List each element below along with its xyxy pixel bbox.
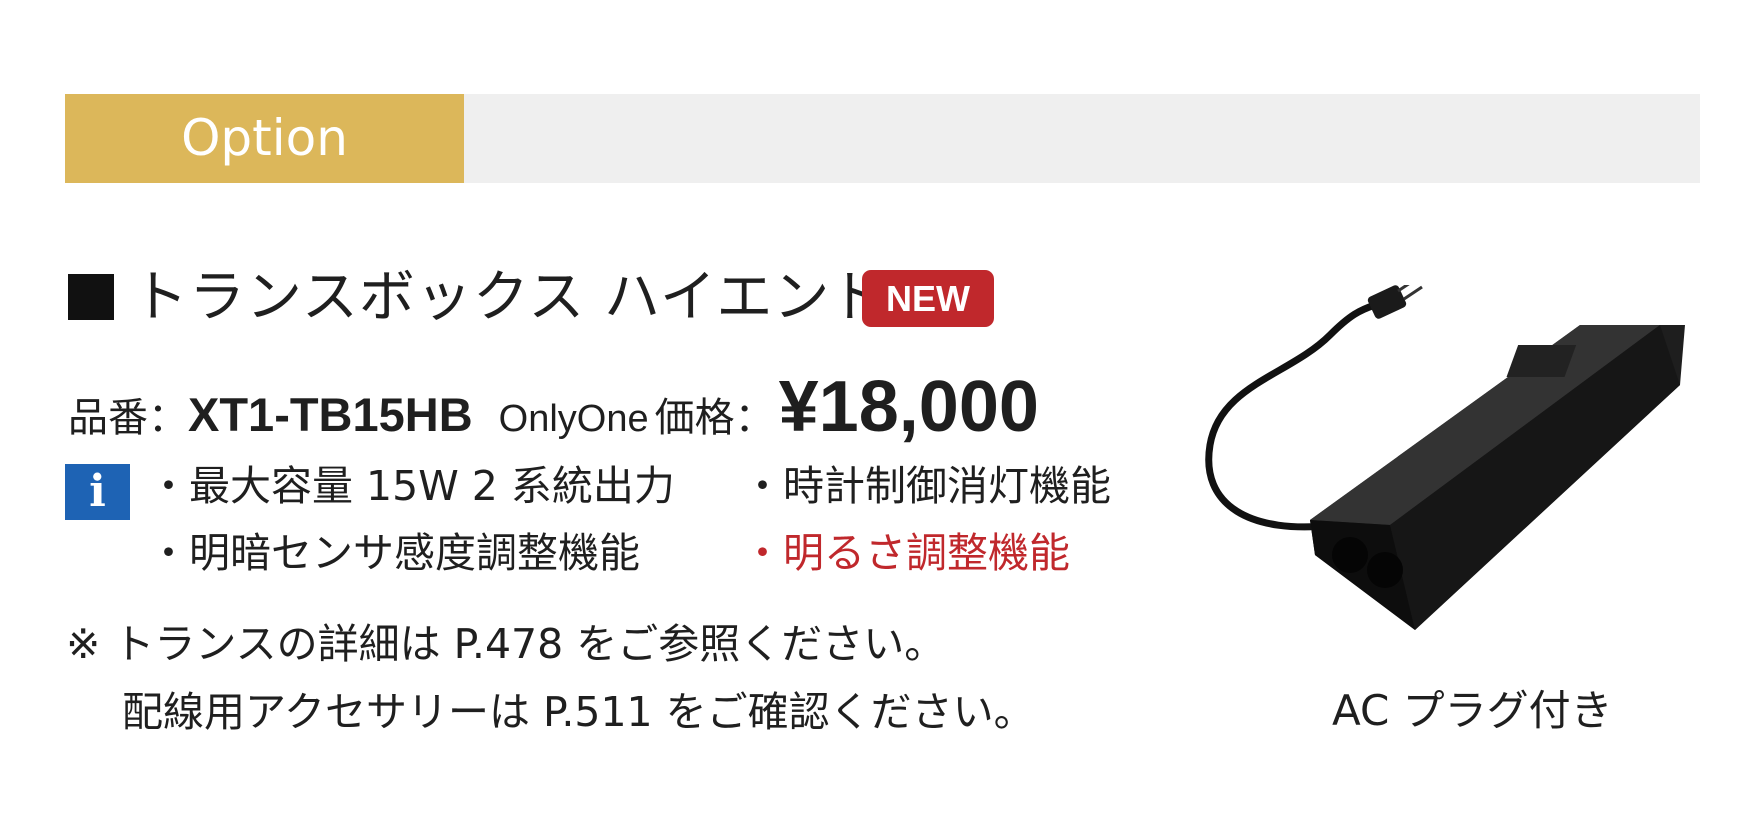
note-transformer: ※ トランスの詳細は P.478 をご参照ください。 bbox=[66, 620, 946, 668]
info-icon: i bbox=[65, 464, 130, 520]
part-number-label: 品番： bbox=[68, 395, 188, 441]
feature-timer: ・時計制御消灯機能 bbox=[742, 462, 1111, 510]
part-number: XT1-TB15HB bbox=[188, 388, 473, 441]
feature-brightness: ・明るさ調整機能 bbox=[742, 529, 1070, 577]
transformer-box-image bbox=[1205, 285, 1685, 630]
bullet-square-icon bbox=[68, 274, 114, 320]
image-caption: AC プラグ付き bbox=[1332, 686, 1613, 735]
price: ¥18,000 bbox=[778, 367, 1039, 447]
product-title-text: トランスボックス ハイエンド bbox=[132, 265, 888, 330]
pricing-line: 品番：XT1-TB15HB OnlyOne 価格：¥18,000 bbox=[68, 366, 1039, 447]
feature-capacity: ・最大容量 15W 2 系統出力 bbox=[148, 462, 675, 510]
price-label: 価格： bbox=[654, 395, 775, 441]
feature-sensor: ・明暗センサ感度調整機能 bbox=[148, 529, 640, 577]
note-accessories: 配線用アクセサリーは P.511 をご確認ください。 bbox=[122, 688, 1035, 736]
new-badge: NEW bbox=[862, 270, 994, 327]
price-label-latin: OnlyOne bbox=[498, 398, 649, 440]
section-banner: Option bbox=[65, 94, 1700, 183]
product-title: トランスボックス ハイエンド bbox=[68, 263, 887, 333]
section-tab-option: Option bbox=[65, 94, 464, 183]
